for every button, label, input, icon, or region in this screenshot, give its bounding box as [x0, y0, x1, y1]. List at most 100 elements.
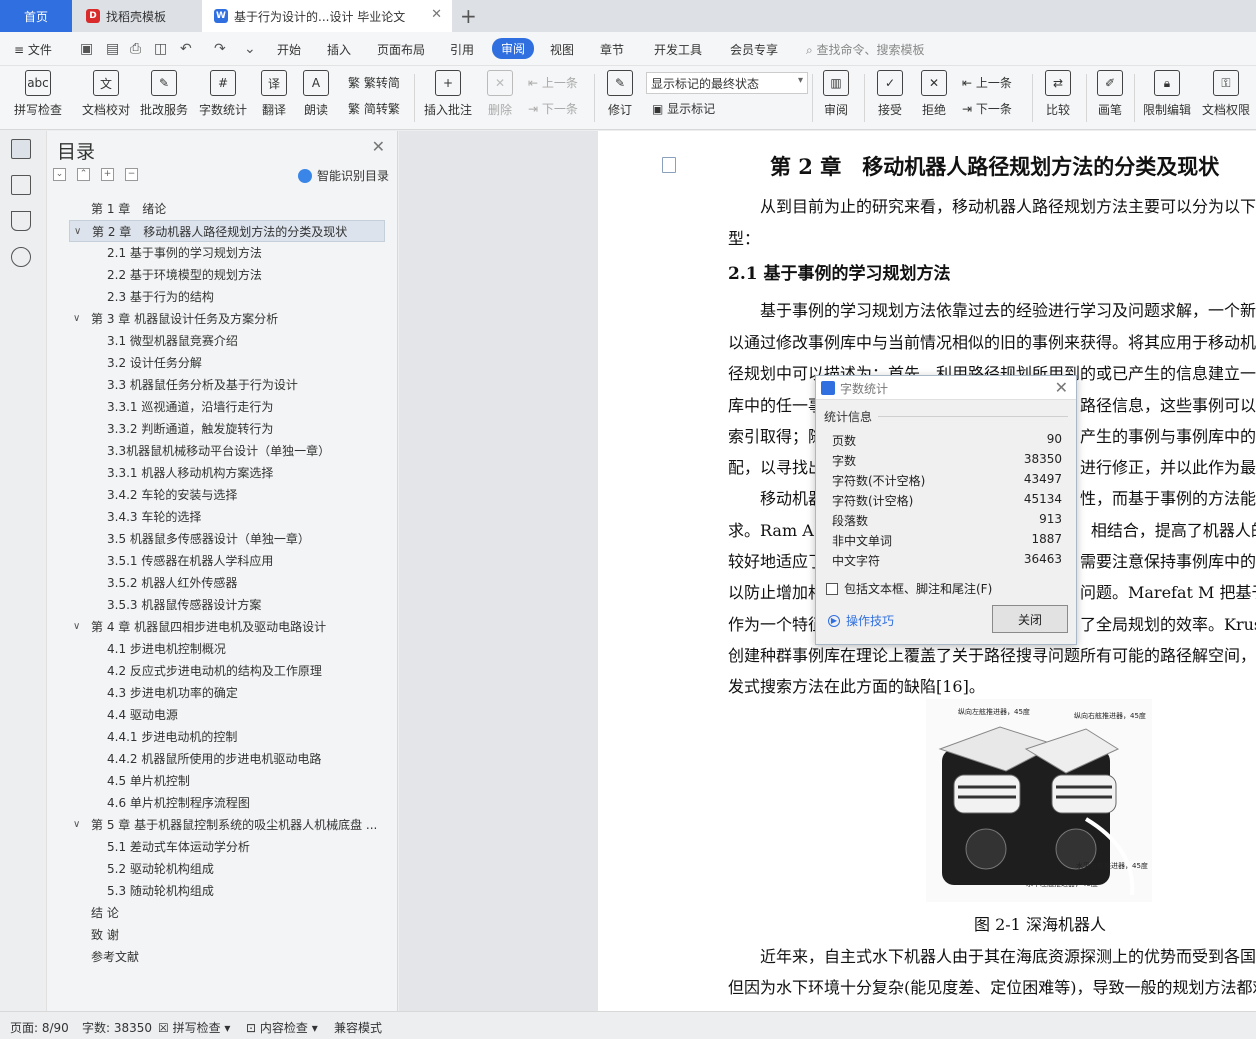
delete-comment-button[interactable]: ✕ 删除 [472, 70, 528, 118]
review-pane-button[interactable]: ▥ 审阅 [808, 70, 864, 118]
toc-item[interactable]: 2.3 基于行为的结构 [69, 286, 385, 308]
batch-service-button[interactable]: ✎ 批改服务 [136, 70, 192, 118]
toc-item[interactable]: 参考文献 [69, 946, 385, 968]
chevron-down-icon[interactable]: ∨ [74, 221, 81, 241]
spell-check-status[interactable]: ☒ 拼写检查 ▾ [158, 1019, 230, 1036]
read-aloud-button[interactable]: A 朗读 [288, 70, 344, 118]
export-icon[interactable]: ▤ [106, 41, 119, 57]
add-tab-icon[interactable]: + [460, 4, 477, 28]
toc-item[interactable]: 3.3.1 机器人移动机构方案选择 [69, 462, 385, 484]
menu-start[interactable]: 开始 [277, 41, 301, 58]
menu-devtools[interactable]: 开发工具 [654, 41, 702, 58]
toc-item[interactable]: 第 1 章 绪论 [69, 198, 385, 220]
expand-icon[interactable]: + [101, 168, 114, 181]
menu-reference[interactable]: 引用 [450, 41, 474, 58]
menu-layout[interactable]: 页面布局 [377, 41, 425, 58]
chevron-down-icon[interactable]: ∨ [73, 814, 80, 836]
smart-toc-button[interactable]: 智能识别目录 [297, 167, 389, 184]
checkbox-box[interactable] [826, 582, 838, 595]
tab-home[interactable]: 首页 [0, 0, 72, 32]
close-icon[interactable]: ✕ [1055, 378, 1068, 397]
word-count-indicator[interactable]: 字数: 38350 [82, 1019, 152, 1036]
show-markup-button[interactable]: ▣ 显示标记 [652, 100, 715, 117]
doc-permission-button[interactable]: ⚿ 文档权限 [1198, 70, 1254, 118]
next-comment-button[interactable]: ⇥ 下一条 [528, 100, 578, 117]
toc-item[interactable]: 3.5.1 传感器在机器人学科应用 [69, 550, 385, 572]
toc-item[interactable]: 3.1 微型机器鼠竞赛介绍 [69, 330, 385, 352]
toc-item[interactable]: 5.3 随动轮机构组成 [69, 880, 385, 902]
menu-insert[interactable]: 插入 [327, 41, 351, 58]
toc-icon[interactable] [11, 139, 31, 159]
toc-item[interactable]: 4.3 步进电机功率的确定 [69, 682, 385, 704]
toc-item[interactable]: 致 谢 [69, 924, 385, 946]
prev-comment-button[interactable]: ⇤ 上一条 [528, 74, 578, 91]
page-indicator[interactable]: 页面: 8/90 [10, 1019, 69, 1036]
toc-item[interactable]: 3.3.2 判断通道，触发旋转行为 [69, 418, 385, 440]
undo-icon[interactable]: ↶ [180, 41, 192, 57]
track-changes-button[interactable]: ✎ 修订 [592, 70, 648, 118]
chevron-down-icon[interactable]: ∨ [73, 616, 80, 638]
close-button[interactable]: 关闭 [992, 605, 1068, 633]
toc-item[interactable]: 3.2 设计任务分解 [69, 352, 385, 374]
tab-document[interactable]: W 基于行为设计的...设计 毕业论文 ✕ [202, 0, 452, 32]
collapse-icon[interactable]: − [125, 168, 138, 181]
menu-view[interactable]: 视图 [550, 41, 574, 58]
toc-item[interactable]: 4.5 单片机控制 [69, 770, 385, 792]
tab-template[interactable]: D 找稻壳模板 [74, 0, 200, 32]
toc-item[interactable]: 4.4.1 步进电动机的控制 [69, 726, 385, 748]
page-icon[interactable] [662, 157, 676, 173]
word-count-button[interactable]: # 字数统计 [195, 70, 251, 118]
toc-item[interactable]: 3.3.1 巡视通道，沿墙行走行为 [69, 396, 385, 418]
toc-item[interactable]: 4.4 驱动电源 [69, 704, 385, 726]
close-icon[interactable]: ✕ [431, 7, 442, 22]
save-icon[interactable]: ▣ [80, 41, 93, 57]
prev-change-button[interactable]: ⇤ 上一条 [962, 74, 1012, 91]
menu-chapter[interactable]: 章节 [600, 41, 624, 58]
toc-item[interactable]: 3.5.2 机器人红外传感器 [69, 572, 385, 594]
spell-check-button[interactable]: abc 拼写检查 [10, 70, 66, 118]
preview-icon[interactable]: ◫ [154, 41, 167, 57]
toc-item[interactable]: 4.1 步进电机控制概况 [69, 638, 385, 660]
menu-review[interactable]: 审阅 [492, 38, 535, 59]
toc-item[interactable]: 2.1 基于事例的学习规划方法 [69, 242, 385, 264]
toc-item[interactable]: 3.4.3 车轮的选择 [69, 506, 385, 528]
toc-item[interactable]: 3.4.2 车轮的安装与选择 [69, 484, 385, 506]
file-menu[interactable]: ≡ 文件 [14, 41, 52, 58]
toc-item[interactable]: ∨ 第 4 章 机器鼠四相步进电机及驱动电路设计 [69, 616, 385, 638]
trad-to-simp-button[interactable]: 繁 繁转简 [348, 74, 400, 91]
pen-button[interactable]: ✐ 画笔 [1082, 70, 1138, 118]
next-change-button[interactable]: ⇥ 下一条 [962, 100, 1012, 117]
bookmark-icon[interactable] [11, 211, 31, 231]
toc-item[interactable]: ∨ 第 3 章 机器鼠设计任务及方案分析 [69, 308, 385, 330]
toc-item[interactable]: 4.4.2 机器鼠所使用的步进电机驱动电路 [69, 748, 385, 770]
toc-item[interactable]: 3.3机器鼠机械移动平台设计（单独一章） [69, 440, 385, 462]
search-icon[interactable] [11, 247, 31, 267]
toc-item[interactable]: 3.5.3 机器鼠传感器设计方案 [69, 594, 385, 616]
toc-item[interactable]: 4.6 单片机控制程序流程图 [69, 792, 385, 814]
restrict-edit-button[interactable]: 🔒︎ 限制编辑 [1139, 70, 1195, 118]
chevron-down-icon[interactable]: ∨ [73, 308, 80, 330]
doc-check-button[interactable]: 文文档校对 [78, 70, 134, 118]
toc-item[interactable]: 4.2 反应式步进电动机的结构及工作原理 [69, 660, 385, 682]
simp-to-trad-button[interactable]: 繁 简转繁 [348, 100, 400, 117]
content-check-status[interactable]: ⊡ 内容检查 ▾ [246, 1019, 318, 1036]
toc-item[interactable]: ∨ 第 2 章 移动机器人路径规划方法的分类及现状 [69, 220, 385, 242]
compare-button[interactable]: ⇄ 比较 [1030, 70, 1086, 118]
tips-link[interactable]: ▶ 操作技巧 [828, 612, 894, 629]
toc-item[interactable]: 结 论 [69, 902, 385, 924]
toc-item[interactable]: 2.2 基于环境模型的规划方法 [69, 264, 385, 286]
insert-comment-button[interactable]: + 插入批注 [420, 70, 476, 118]
expand-up-icon[interactable]: ⌃ [77, 168, 90, 181]
include-textbox-checkbox[interactable]: 包括文本框、脚注和尾注(F) [826, 580, 992, 597]
sections-icon[interactable] [11, 175, 31, 195]
collapse-all-icon[interactable]: ⌄ [53, 168, 66, 181]
command-search[interactable]: ⌕ 查找命令、搜索模板 [806, 41, 925, 58]
dialog-titlebar[interactable]: 字数统计 ✕ [816, 376, 1076, 400]
close-icon[interactable]: ✕ [372, 137, 385, 156]
menu-member[interactable]: 会员专享 [730, 41, 778, 58]
toc-item[interactable]: 3.3 机器鼠任务分析及基于行为设计 [69, 374, 385, 396]
markup-mode-select[interactable]: 显示标记的最终状态 [646, 72, 808, 94]
toc-item[interactable]: ∨ 第 5 章 基于机器鼠控制系统的吸尘机器人机械底盘 ... [69, 814, 385, 836]
reject-button[interactable]: ✕ 拒绝 [906, 70, 962, 118]
print-icon[interactable]: ⎙ [130, 41, 141, 57]
